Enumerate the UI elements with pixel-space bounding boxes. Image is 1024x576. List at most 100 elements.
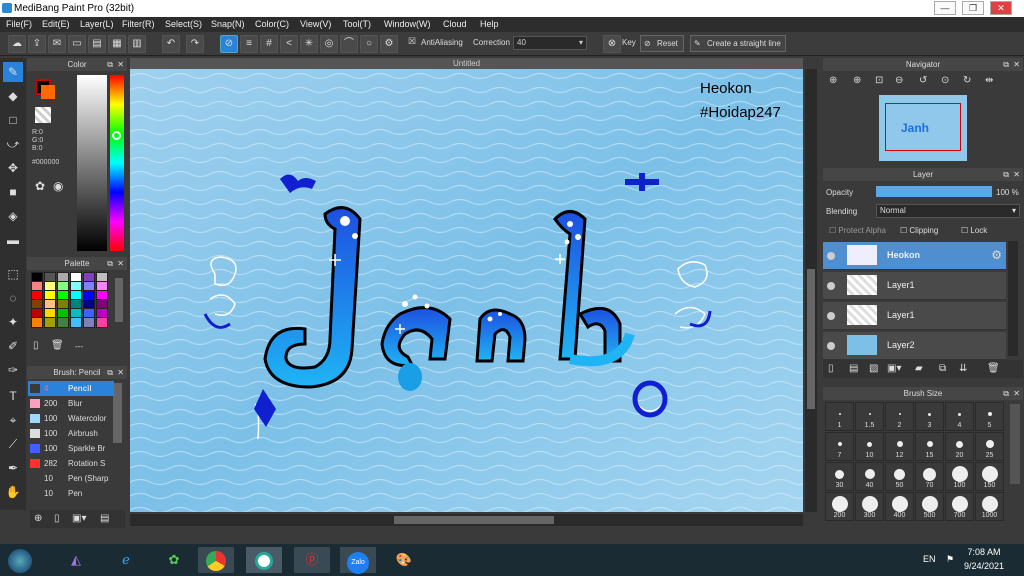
fit-icon[interactable]: ⊡ — [875, 75, 883, 86]
close-icon[interactable]: ✕ — [117, 257, 124, 270]
language-indicator[interactable]: EN — [923, 554, 936, 564]
snap-circle-icon[interactable]: ◎ — [320, 35, 338, 53]
menu-cloud[interactable]: Cloud — [443, 17, 467, 32]
opacity-slider[interactable] — [876, 186, 992, 197]
divide-tool-icon[interactable]: ⌖ — [3, 410, 23, 430]
flip-icon[interactable]: ⇹ — [985, 75, 993, 86]
blending-select[interactable]: Normal ▾ — [876, 204, 1020, 218]
brush-size-cell[interactable]: 500 — [915, 492, 944, 521]
protect-alpha-checkbox[interactable]: ☐ Protect Alpha — [829, 226, 886, 235]
reset-button[interactable]: ⊘ Reset — [640, 35, 684, 52]
medibang-icon[interactable] — [246, 547, 282, 573]
zalo-icon[interactable]: Zalo — [340, 547, 376, 574]
new-8bit-layer-icon[interactable]: ▧ — [869, 363, 878, 374]
pages-icon[interactable]: ▥ — [128, 35, 146, 53]
brush-item[interactable]: 4 Pencil — [28, 381, 114, 396]
hand-tool-icon[interactable]: ✋ — [3, 482, 23, 502]
brush-size-cell[interactable]: 15 — [915, 432, 944, 461]
clock-date[interactable]: 9/24/2021 — [956, 561, 1012, 571]
brush-size-cell[interactable]: 4 — [945, 402, 974, 431]
maximize-button[interactable]: ❐ — [962, 1, 984, 15]
brush-size-cell[interactable]: 30 — [825, 462, 854, 491]
snap-radial-icon[interactable]: ✳ — [300, 35, 318, 53]
close-icon[interactable]: ✕ — [1013, 387, 1020, 400]
brush-size-scrollbar[interactable] — [1010, 404, 1020, 484]
close-button[interactable]: ✕ — [990, 1, 1012, 15]
trash-icon[interactable]: 🗑 — [987, 363, 1000, 374]
clock-time[interactable]: 7:08 AM — [956, 547, 1012, 557]
document-icon[interactable]: ▤ — [88, 35, 106, 53]
select-tool-icon[interactable]: ⬚ — [3, 264, 23, 284]
undock-icon[interactable]: ⧉ — [107, 58, 113, 71]
brush-size-cell[interactable]: 40 — [855, 462, 884, 491]
rotate-reset-icon[interactable]: ⊙ — [941, 75, 949, 86]
folder-icon[interactable]: ▰ — [915, 363, 923, 374]
add-brush-icon[interactable]: ⊕ — [34, 513, 42, 524]
undock-icon[interactable]: ⧉ — [1003, 168, 1009, 181]
brush-size-cell[interactable]: 3 — [915, 402, 944, 431]
palette-swatch[interactable] — [83, 317, 95, 328]
palette-icon[interactable]: ✿ — [35, 179, 45, 193]
pinterest-icon[interactable]: ⓟ — [294, 547, 330, 573]
palette-swatch[interactable] — [44, 317, 56, 328]
redo-icon[interactable]: ↷ — [186, 35, 204, 53]
lock-checkbox[interactable]: ☐ Lock — [961, 226, 987, 235]
brightness-slider[interactable] — [77, 75, 107, 251]
new-brush-icon[interactable]: ▯ — [54, 513, 60, 524]
brush-size-cell[interactable]: 25 — [975, 432, 1004, 461]
zoom-in-icon[interactable]: ⊕ — [829, 75, 837, 86]
visibility-icon[interactable] — [827, 252, 835, 260]
canvas-horizontal-scrollbar[interactable] — [130, 514, 803, 526]
duplicate-layer-icon[interactable]: ⧉ — [939, 363, 946, 374]
rotate-left-icon[interactable]: ↺ — [919, 75, 927, 86]
undock-icon[interactable]: ⧉ — [1003, 58, 1009, 71]
gradient-tool-icon[interactable]: ▬ — [3, 230, 23, 250]
visibility-icon[interactable] — [827, 312, 835, 320]
brush-size-cell[interactable]: 70 — [915, 462, 944, 491]
layer-row[interactable]: Layer1 — [823, 272, 1006, 300]
layer-row[interactable]: Layer1 — [823, 302, 1006, 330]
trash-icon[interactable]: 🗑 — [51, 340, 64, 351]
color-wheel-icon[interactable]: ◉ — [53, 179, 63, 193]
brush-size-cell[interactable]: 400 — [885, 492, 914, 521]
brush-item[interactable]: 100 Airbrush — [28, 426, 114, 441]
pen-tool-icon[interactable]: ✒ — [3, 458, 23, 478]
snap-parallel-icon[interactable]: ≡ — [240, 35, 258, 53]
menu-edit[interactable]: Edit(E) — [42, 17, 70, 32]
palette-swatch[interactable] — [57, 317, 69, 328]
graph-tool-icon[interactable]: ⤻ — [3, 134, 23, 154]
minimize-button[interactable]: — — [934, 1, 956, 15]
chat-icon[interactable]: ▭ — [68, 35, 86, 53]
settings-icon[interactable]: ⚙ — [380, 35, 398, 53]
clipping-checkbox[interactable]: ☐ Clipping — [900, 226, 938, 235]
menu-file[interactable]: File(F) — [6, 17, 32, 32]
brush-size-cell[interactable]: 2 — [885, 402, 914, 431]
brush-item[interactable]: 200 Blur — [28, 396, 114, 411]
brush-item[interactable]: 100 Watercolor — [28, 411, 114, 426]
select-pen-icon[interactable]: ✐ — [3, 336, 23, 356]
brush-scrollbar[interactable] — [113, 383, 122, 443]
brush-size-cell[interactable]: 1000 — [975, 492, 1004, 521]
bucket-tool-icon[interactable]: ◈ — [3, 206, 23, 226]
eyedropper-tool-icon[interactable]: ⟋ — [3, 434, 23, 454]
undock-icon[interactable]: ⧉ — [107, 366, 113, 379]
layer-row[interactable]: Layer2 — [823, 332, 1006, 360]
hue-slider[interactable] — [110, 75, 124, 251]
close-icon[interactable]: ✕ — [117, 366, 124, 379]
close-icon[interactable]: ✕ — [117, 58, 124, 71]
start-button[interactable] — [4, 547, 36, 573]
menu-select[interactable]: Select(S) — [165, 17, 202, 32]
palette-scrollbar[interactable] — [115, 278, 123, 322]
menu-help[interactable]: Help — [480, 17, 499, 32]
straight-line-button[interactable]: ✎ Create a straight line — [690, 35, 786, 52]
undo-icon[interactable]: ↶ — [162, 35, 180, 53]
snap-ellipse-icon[interactable]: ○ — [360, 35, 378, 53]
snap-off-icon[interactable]: ⊘ — [220, 35, 238, 53]
menu-layer[interactable]: Layer(L) — [80, 17, 114, 32]
menu-tool[interactable]: Tool(T) — [343, 17, 371, 32]
cloud-icon[interactable]: ☁ — [8, 35, 26, 53]
canvas-tab[interactable]: Untitled — [130, 58, 803, 69]
brush-size-cell[interactable]: 1.5 — [855, 402, 884, 431]
eraser-tool-icon[interactable]: ◆ — [3, 86, 23, 106]
undock-icon[interactable]: ⧉ — [107, 257, 113, 270]
